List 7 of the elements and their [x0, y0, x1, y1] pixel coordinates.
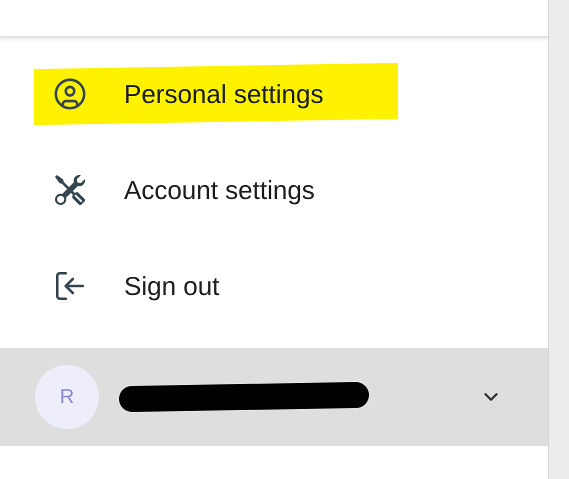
- tools-icon: [55, 175, 85, 205]
- menu-item[interactable]: Account settings: [0, 170, 315, 210]
- avatar: R: [35, 365, 99, 429]
- sign-out-icon: [53, 269, 87, 303]
- menu-item[interactable]: Sign out: [0, 266, 220, 306]
- menu-item[interactable]: Personal settings: [0, 74, 324, 114]
- user-circle-icon: [53, 77, 87, 111]
